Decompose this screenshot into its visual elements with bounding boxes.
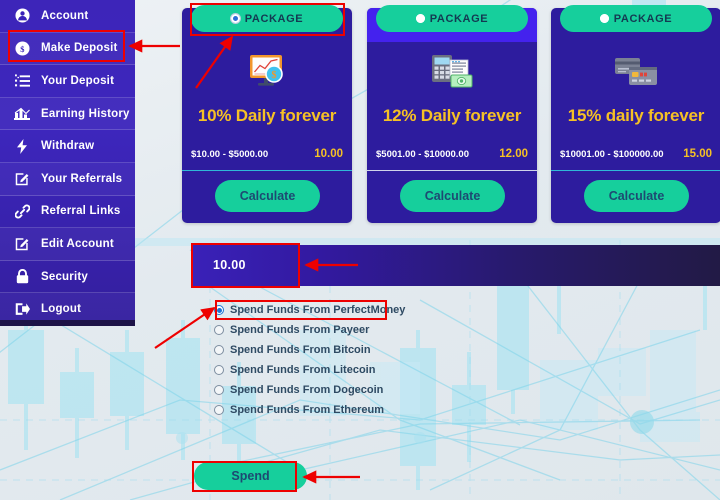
edit-square-icon (12, 235, 32, 253)
radio-button-icon (214, 365, 224, 375)
app-screenshot: Account $ Make Deposit Your Deposit Earn… (0, 0, 720, 500)
sidebar-item-make-deposit[interactable]: $ Make Deposit (0, 32, 135, 66)
calculator-cash-icon (367, 50, 537, 94)
sidebar-item-label: Account (41, 9, 89, 22)
payment-option-dogecoin[interactable]: Spend Funds From Dogecoin (214, 380, 405, 400)
payment-option-litecoin[interactable]: Spend Funds From Litecoin (214, 360, 405, 380)
radio-button-icon (214, 305, 224, 315)
package-select-button[interactable]: PACKAGE (191, 5, 343, 32)
spend-button[interactable]: Spend (194, 462, 307, 490)
radio-dot-icon (415, 14, 425, 23)
package-card[interactable]: PACKAGE 12% Daily forever $5001.00 - $10… (367, 5, 537, 223)
package-range: $5001.00 - $10000.00 (376, 148, 469, 160)
package-percent: 10.00 (314, 148, 343, 160)
card-divider (367, 170, 537, 171)
card-divider (551, 170, 720, 171)
sidebar-item-label: Security (41, 270, 88, 283)
package-badge-label: PACKAGE (613, 12, 673, 25)
svg-text:$: $ (20, 44, 24, 54)
credit-cards-icon (551, 50, 720, 94)
sidebar-nav: Account $ Make Deposit Your Deposit Earn… (0, 0, 135, 326)
package-range: $10001.00 - $100000.00 (560, 148, 664, 160)
payment-option-label: Spend Funds From Litecoin (230, 364, 376, 376)
payment-option-perfectmoney[interactable]: Spend Funds From PerfectMoney (214, 300, 405, 320)
sidebar-item-label: Your Deposit (41, 74, 115, 87)
sidebar-item-label: Withdraw (41, 140, 95, 153)
payment-option-ethereum[interactable]: Spend Funds From Ethereum (214, 400, 405, 420)
payment-option-bitcoin[interactable]: Spend Funds From Bitcoin (214, 340, 405, 360)
bolt-icon (12, 137, 32, 155)
payment-option-label: Spend Funds From PerfectMoney (230, 304, 406, 316)
bar-chart-icon (12, 105, 32, 123)
radio-dot-icon (230, 14, 240, 23)
user-circle-icon (12, 7, 32, 25)
package-badge-label: PACKAGE (429, 12, 489, 25)
sidebar-item-label: Edit Account (41, 237, 114, 250)
sidebar-item-label: Logout (41, 303, 82, 316)
sidebar-item-security[interactable]: Security (0, 261, 135, 294)
lock-icon (12, 268, 32, 286)
payment-option-label: Spend Funds From Ethereum (230, 404, 385, 416)
sidebar-item-earning-history[interactable]: Earning History (0, 97, 135, 131)
package-range-row: $5001.00 - $10000.00 12.00 (376, 148, 528, 160)
radio-button-icon (214, 405, 224, 415)
amount-input-value: 10.00 (213, 258, 246, 272)
sidebar-item-your-referrals[interactable]: Your Referrals (0, 162, 135, 196)
dollar-circle-icon: $ (12, 39, 32, 57)
package-percent: 15.00 (683, 148, 712, 160)
package-title: 15% daily forever (567, 106, 705, 125)
sidebar-item-withdraw[interactable]: Withdraw (0, 130, 135, 163)
radio-button-icon (214, 385, 224, 395)
sidebar-item-edit-account[interactable]: Edit Account (0, 228, 135, 261)
payment-option-label: Spend Funds From Payeer (230, 324, 370, 336)
sidebar-item-label: Your Referrals (41, 172, 123, 185)
calculate-button[interactable]: Calculate (215, 180, 320, 212)
radio-dot-icon (599, 14, 609, 23)
package-title: 12% Daily forever (382, 106, 522, 125)
edit-square-icon (12, 170, 32, 188)
sidebar-item-your-deposit[interactable]: Your Deposit (0, 65, 135, 98)
package-range-row: $10001.00 - $100000.00 15.00 (560, 148, 712, 160)
svg-text:$: $ (272, 70, 277, 81)
amount-input[interactable]: 10.00 (192, 245, 720, 286)
logout-icon (12, 300, 32, 318)
calculate-button[interactable]: Calculate (584, 180, 689, 212)
payment-option-label: Spend Funds From Dogecoin (230, 384, 384, 396)
link-icon (12, 202, 32, 220)
sidebar-item-label: Referral Links (41, 205, 121, 218)
package-percent: 12.00 (499, 148, 528, 160)
package-card[interactable]: PACKAGE $ 10% Daily forever $10.00 - $50… (182, 5, 352, 223)
list-icon (12, 72, 32, 90)
payment-option-payeer[interactable]: Spend Funds From Payeer (214, 320, 405, 340)
sidebar-item-label: Make Deposit (41, 42, 118, 55)
sidebar-item-label: Earning History (41, 107, 130, 120)
calculate-button[interactable]: Calculate (400, 180, 505, 212)
radio-button-icon (214, 325, 224, 335)
sidebar-item-referral-links[interactable]: Referral Links (0, 196, 135, 229)
package-badge-label: PACKAGE (244, 12, 304, 25)
package-select-button[interactable]: PACKAGE (560, 5, 712, 32)
package-range: $10.00 - $5000.00 (191, 148, 269, 160)
package-select-button[interactable]: PACKAGE (376, 5, 528, 32)
radio-button-icon (214, 345, 224, 355)
monitor-chart-dollar-icon: $ (182, 50, 352, 94)
package-title: 10% Daily forever (197, 106, 337, 125)
card-divider (182, 170, 352, 171)
sidebar-item-account[interactable]: Account (0, 0, 135, 33)
sidebar-item-logout[interactable]: Logout (0, 293, 135, 326)
payment-method-list: Spend Funds From PerfectMoney Spend Fund… (214, 300, 405, 420)
package-range-row: $10.00 - $5000.00 10.00 (191, 148, 343, 160)
payment-option-label: Spend Funds From Bitcoin (230, 344, 371, 356)
package-card[interactable]: PACKAGE 15% daily forever $10001.00 - $1… (551, 5, 720, 223)
